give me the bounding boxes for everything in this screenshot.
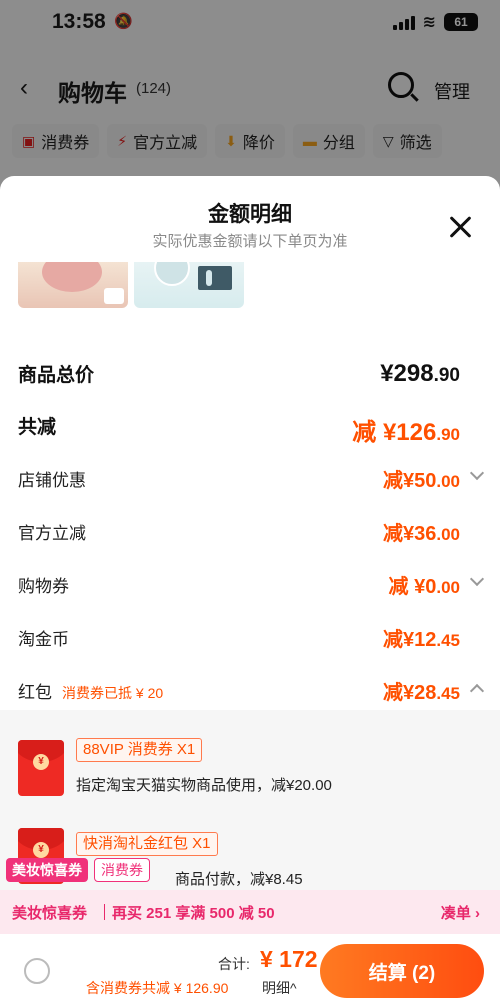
product-thumbnails bbox=[18, 262, 244, 308]
sheet-title: 金额明细 bbox=[208, 203, 292, 226]
total-label: 合计: bbox=[218, 956, 250, 972]
coupon-tag: 快消淘礼金红包 X1 bbox=[76, 832, 218, 856]
sheet-subtitle: 实际优惠金额请以下单页为准 bbox=[152, 233, 348, 250]
amount-detail-sheet: 金额明细 实际优惠金额请以下单页为准 商品总价 ¥298.90 共减 减 ¥12… bbox=[0, 176, 500, 1008]
row-value: ¥298.90 bbox=[380, 360, 460, 387]
row-label: 商品总价 bbox=[18, 365, 95, 386]
row-value: 减¥50.00 bbox=[382, 470, 460, 492]
product-image-tag bbox=[104, 288, 124, 304]
product-image-shape bbox=[154, 262, 190, 286]
row-total-reduce: 共减 减 ¥126.90 bbox=[0, 406, 500, 446]
coupon-desc: 商品付款，减¥8.45 bbox=[175, 871, 303, 888]
row-label: 共减 bbox=[18, 417, 57, 438]
close-icon[interactable] bbox=[448, 214, 474, 240]
chevron-up-icon[interactable] bbox=[469, 683, 485, 699]
checkout-bar: 合计: ¥ 172 含消费券共减 ¥ 126.90 明细^ 结算 (2) bbox=[0, 934, 500, 1008]
row-taojinbi: 淘金币 减¥12.45 bbox=[0, 617, 500, 657]
product-image-shape bbox=[198, 266, 232, 290]
chevron-down-icon[interactable] bbox=[469, 571, 485, 587]
row-shop-discount[interactable]: 店铺优惠 减¥50.00 bbox=[0, 458, 500, 498]
red-envelope-icon: ¥ bbox=[18, 740, 64, 796]
total-discount-note: 含消费券共减 ¥ 126.90 bbox=[86, 980, 229, 996]
select-all-radio[interactable] bbox=[24, 958, 50, 984]
product-image-shape bbox=[206, 270, 212, 286]
row-value: 减¥28.45 bbox=[382, 682, 460, 704]
product-thumbnail[interactable] bbox=[134, 262, 244, 308]
row-hongbao[interactable]: 红包 消费券已抵 ¥ 20 减¥28.45 bbox=[0, 670, 500, 710]
promo-divider bbox=[104, 904, 105, 920]
row-official-discount: 官方立减 减¥36.00 bbox=[0, 511, 500, 551]
row-value: 减 ¥0.00 bbox=[388, 576, 460, 598]
row-label: 购物券 bbox=[18, 577, 69, 596]
row-label: 店铺优惠 bbox=[18, 471, 86, 490]
coupon-item: ¥ 88VIP 消费券 X1 指定淘宝天猫实物商品使用，减¥20.00 bbox=[0, 738, 500, 818]
row-label: 官方立减 bbox=[18, 524, 86, 543]
coupon-tag: 88VIP 消费券 X1 bbox=[76, 738, 203, 762]
hongbao-note: 消费券已抵 ¥ 20 bbox=[62, 685, 164, 701]
promo-badge-beauty: 美妆惊喜券 bbox=[6, 858, 88, 882]
row-shopping-coupon[interactable]: 购物券 减 ¥0.00 bbox=[0, 564, 500, 604]
coupon-desc: 指定淘宝天猫实物商品使用，减¥20.00 bbox=[76, 777, 332, 794]
promo-badge-coupon: 消费券 bbox=[94, 858, 150, 882]
total-value: ¥ 172 bbox=[260, 946, 318, 972]
row-value: 减¥12.45 bbox=[382, 629, 460, 651]
promo-text: 再买 251 享满 500 减 50 bbox=[112, 905, 275, 922]
row-label: 淘金币 bbox=[18, 630, 69, 649]
row-label: 红包 消费券已抵 ¥ 20 bbox=[18, 683, 164, 702]
add-items-link[interactable]: 凑单 › bbox=[441, 902, 480, 923]
row-value: 减 ¥126.90 bbox=[352, 419, 460, 446]
promo-bar[interactable]: 美妆惊喜券 再买 251 享满 500 减 50 凑单 › bbox=[0, 890, 500, 934]
product-thumbnail[interactable] bbox=[18, 262, 128, 308]
checkout-button[interactable]: 结算 (2) bbox=[320, 944, 484, 998]
chevron-down-icon[interactable] bbox=[469, 465, 485, 481]
row-total-price: 商品总价 ¥298.90 bbox=[0, 354, 500, 394]
row-value: 减¥36.00 bbox=[382, 523, 460, 545]
promo-name: 美妆惊喜券 bbox=[12, 905, 88, 922]
promo-badges: 美妆惊喜券 消费券 bbox=[6, 858, 150, 882]
product-image-shape bbox=[42, 262, 102, 292]
detail-toggle[interactable]: 明细^ bbox=[262, 978, 297, 998]
